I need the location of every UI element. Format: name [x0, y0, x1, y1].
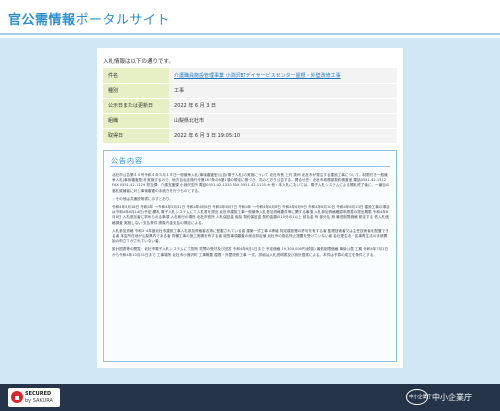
site-header: 官公需情報ポータルサイト — [0, 0, 500, 38]
notice-paragraph: 北杜市公告第４４号令和４年５月１８日一般競争入札(事後審査型)公告(電子入札)の… — [112, 173, 390, 193]
lock-icon — [11, 391, 23, 403]
row-label-subject: 件名 — [103, 68, 169, 84]
ssl-seal[interactable]: SECURED by SAKURA — [8, 388, 60, 407]
site-title-sub: ポータルサイト — [75, 13, 171, 28]
notice-title: 公告内容 — [111, 157, 143, 165]
intro-text: 入札情報は以下の通りです。 — [103, 59, 174, 65]
row-value-acquired: 2022 年 6 月 3 日 19:05:10 — [169, 128, 397, 144]
table-row: 公示日または更新日 2022 年 6 月 3 日 — [103, 98, 397, 114]
site-footer: SECURED by SAKURA 中小企業庁 中小企業庁 — [0, 384, 500, 411]
row-value-type: 工事 — [169, 83, 397, 99]
table-row: 種別 工事 — [103, 83, 397, 99]
row-value-organization: 山梨県北杜市 — [169, 113, 397, 129]
header-divider — [0, 33, 500, 35]
notice-body: 北杜市公告第４４号令和４年５月１８日一般競争入札(事後審査型)公告(電子入札)の… — [112, 173, 390, 359]
notice-divider — [110, 166, 390, 167]
notice-paragraph: 設計図書等の閲覧：北杜市電子入札システムにて配布 質問の受付及び回答 令和4年6… — [112, 247, 389, 257]
row-label-date: 公示日または更新日 — [103, 98, 169, 114]
notice-box: 公告内容 北杜市公告第４４号令和４年５月１８日一般競争入札(事後審査型)公告(電… — [103, 150, 397, 362]
row-label-acquired: 取得日 — [103, 128, 169, 144]
agency-logo-link[interactable]: 中小企業庁 中小企業庁 — [404, 388, 496, 407]
row-label-type: 種別 — [103, 83, 169, 99]
site-title[interactable]: 官公需情報ポータルサイト — [8, 9, 170, 28]
notice-paragraph: 令和4年5月18日 令和4年 ～令和4年5月31日 令和4年6月6日 令和4年6… — [112, 205, 390, 225]
agency-name: 中小企業庁 — [432, 393, 472, 402]
row-label-organization: 組織 — [103, 113, 169, 129]
notice-paragraph: ・その他は共通説明書に示すとおり。 — [112, 196, 174, 201]
main-content: 入札情報は以下の通りです。 件名 介護職員施設管理事業 小渕沢町デイサービスセン… — [97, 48, 403, 368]
seal-line2: by SAKURA — [25, 398, 53, 404]
row-value-subject-link[interactable]: 介護職員施設管理事業 小渕沢町デイサービスセンター屋根・外壁改修工事 — [169, 68, 397, 84]
table-row: 組織 山梨県北杜市 — [103, 113, 397, 129]
seal-line1: SECURED — [25, 391, 52, 397]
table-row: 件名 介護職員施設管理事業 小渕沢町デイサービスセンター屋根・外壁改修工事 — [103, 68, 397, 84]
row-value-date: 2022 年 6 月 3 日 — [169, 98, 397, 114]
notice-paragraph: 入札参加資格 令和3･4年度北杜市建設工事入札参加資格者名簿に登載されている者 … — [112, 228, 389, 244]
table-row: 取得日 2022 年 6 月 3 日 19:05:10 — [103, 128, 397, 144]
site-title-main: 官公需情報 — [8, 13, 76, 28]
agency-emblem-text: 中小企業庁 — [409, 395, 432, 400]
bid-info-table: 件名 介護職員施設管理事業 小渕沢町デイサービスセンター屋根・外壁改修工事 種別… — [103, 68, 397, 144]
agency-emblem-icon: 中小企業庁 — [406, 389, 432, 405]
